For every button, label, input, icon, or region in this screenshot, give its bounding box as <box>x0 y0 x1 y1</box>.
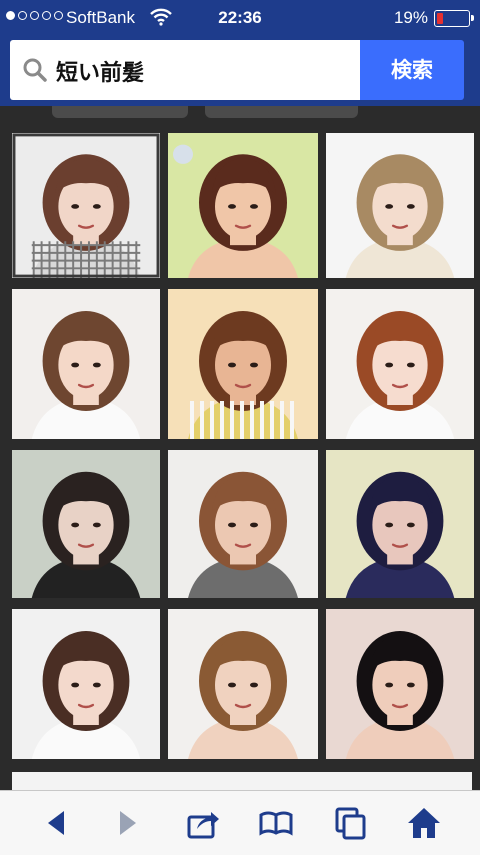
home-button[interactable] <box>406 805 442 841</box>
search-input[interactable]: 短い前髪 <box>10 40 360 100</box>
status-bar: SoftBank 22:36 19% <box>0 0 480 36</box>
search-header: 短い前髪 検索 <box>0 36 480 106</box>
result-image-11[interactable] <box>168 609 318 759</box>
result-image-12[interactable] <box>326 609 474 759</box>
bookmarks-button[interactable] <box>258 805 294 841</box>
result-image-3[interactable] <box>326 133 474 278</box>
portrait-photo <box>326 133 474 278</box>
tab-stub-left[interactable] <box>52 106 188 118</box>
home-icon <box>408 808 440 838</box>
bookmarks-icon <box>259 811 293 836</box>
result-image-5[interactable] <box>168 289 318 439</box>
battery-percent: 19% <box>393 8 428 27</box>
portrait-photo <box>168 289 318 439</box>
portrait-photo <box>168 609 318 759</box>
result-image-10[interactable] <box>12 609 160 759</box>
browser-toolbar <box>0 790 480 855</box>
portrait-photo <box>326 609 474 759</box>
result-image-1[interactable] <box>12 133 160 278</box>
portrait-photo <box>168 133 318 278</box>
result-image-9[interactable] <box>326 450 474 598</box>
result-image-4[interactable] <box>12 289 160 439</box>
forward-icon <box>120 811 136 835</box>
forward-button[interactable] <box>110 805 146 841</box>
portrait-photo <box>12 133 160 278</box>
portrait-photo <box>168 450 318 598</box>
result-image-8[interactable] <box>168 450 318 598</box>
portrait-photo <box>12 450 160 598</box>
image-results-grid <box>12 133 474 759</box>
share-button[interactable] <box>185 805 221 841</box>
result-image-6[interactable] <box>326 289 474 439</box>
portrait-photo <box>12 609 160 759</box>
share-icon <box>187 812 219 839</box>
search-button[interactable]: 検索 <box>360 40 464 100</box>
battery-icon <box>434 10 474 27</box>
back-icon <box>48 811 64 835</box>
portrait-photo <box>326 450 474 598</box>
tab-stub-right[interactable] <box>205 106 358 118</box>
tabs-button[interactable] <box>333 805 369 841</box>
search-icon <box>23 58 47 82</box>
back-button[interactable] <box>38 805 74 841</box>
search-query-text: 短い前髪 <box>56 61 145 86</box>
portrait-photo <box>12 289 160 439</box>
portrait-photo <box>326 289 474 439</box>
result-image-7[interactable] <box>12 450 160 598</box>
result-image-2[interactable] <box>168 133 318 278</box>
next-result-row <box>12 772 472 792</box>
tabs-icon <box>335 807 366 840</box>
